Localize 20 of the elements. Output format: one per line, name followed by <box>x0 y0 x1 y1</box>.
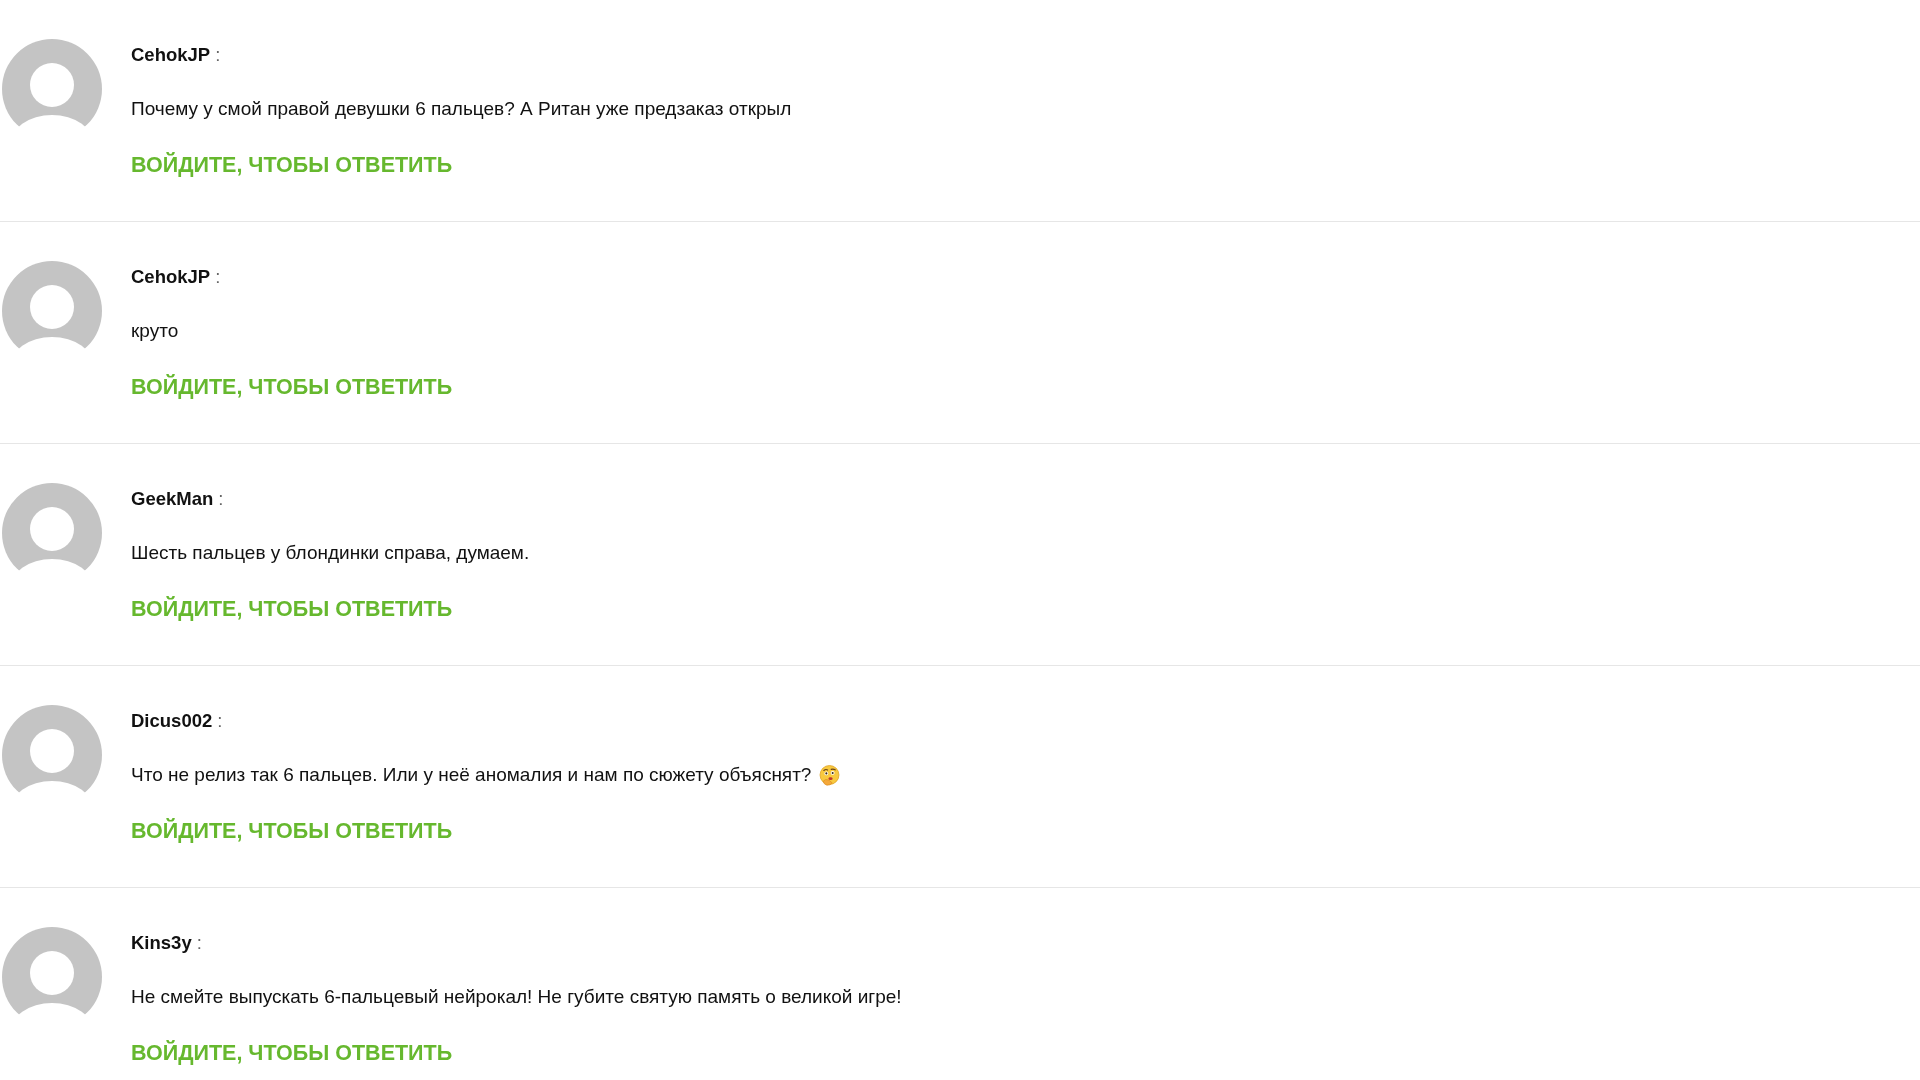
comment-text: Что не релиз так 6 пальцев. Или у неё аномалия и нам по сюжету объяснят? <box>131 764 812 786</box>
comment-text: круто <box>131 320 179 342</box>
name-colon: : <box>215 44 221 66</box>
login-to-reply-link[interactable]: ВОЙДИТЕ, ЧТОБЫ ОТВЕТИТЬ <box>131 819 453 843</box>
name-colon: : <box>196 932 202 954</box>
author-name: GeekMan <box>131 488 214 510</box>
login-to-reply-link[interactable]: ВОЙДИТЕ, ЧТОБЫ ОТВЕТИТЬ <box>131 375 453 399</box>
login-to-reply-link[interactable]: ВОЙДИТЕ, ЧТОБЫ ОТВЕТИТЬ <box>131 153 453 177</box>
login-to-reply-link[interactable]: ВОЙДИТЕ, ЧТОБЫ ОТВЕТИТЬ <box>131 597 453 621</box>
name-colon: : <box>218 488 224 510</box>
author-name: CehokJP <box>131 266 211 288</box>
name-colon: : <box>217 710 223 732</box>
comment-text: Шесть пальцев у блондинки справа, думаем. <box>131 542 530 564</box>
login-to-reply-link[interactable]: ВОЙДИТЕ, ЧТОБЫ ОТВЕТИТЬ <box>131 1041 453 1065</box>
comment-text: Почему у смой правой девушки 6 пальцев? А Ритан уже предзаказ открыл <box>131 98 792 120</box>
author-name: Dicus002 <box>131 710 213 732</box>
author-name: CehokJP <box>131 44 211 66</box>
comment-text: Не смейте выпускать 6-пальцевый нейрокал! Не губите святую память о великой игре! <box>131 986 902 1008</box>
author-name: Kins3y <box>131 932 192 954</box>
name-colon: : <box>215 266 221 288</box>
